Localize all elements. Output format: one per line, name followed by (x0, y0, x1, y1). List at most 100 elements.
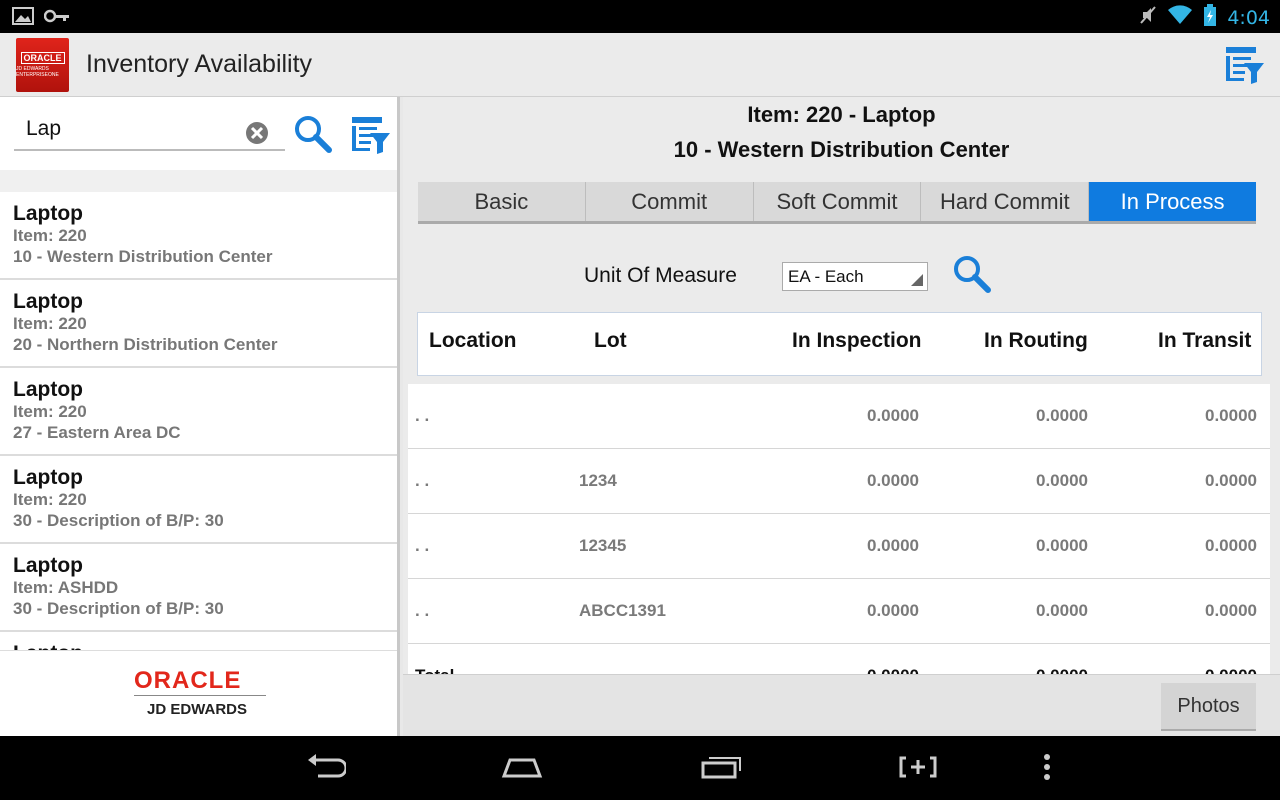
uom-search-button[interactable] (953, 255, 991, 298)
filter-button[interactable] (1224, 45, 1266, 90)
list-item-title: Laptop (13, 378, 83, 401)
image-icon (12, 7, 34, 30)
table-row[interactable]: . . 0.0000 0.0000 0.0000 (408, 384, 1270, 449)
tab-hard-commit[interactable]: Hard Commit (921, 182, 1090, 221)
search-button[interactable] (294, 115, 332, 158)
cell-location: . . (415, 471, 430, 490)
cell-in-transit: 0.0000 (1205, 601, 1257, 620)
cell-location: Total (415, 666, 454, 674)
column-header-location: Location (429, 329, 517, 352)
item-heading: Item: 220 - Laptop (747, 102, 936, 127)
branch-heading: 10 - Western Distribution Center (673, 137, 1010, 162)
cell-location: . . (415, 601, 430, 620)
app-logo-subtext: JD EDWARDS ENTERPRISEONE (16, 66, 59, 78)
app-logo-text: ORACLE (20, 52, 65, 64)
list-item[interactable]: Laptop Item: 220 20 - Northern Distribut… (0, 280, 397, 368)
menu-button[interactable] (1040, 752, 1054, 787)
search-icon (953, 256, 991, 297)
app-logo[interactable]: ORACLE JD EDWARDS ENTERPRISEONE (16, 38, 69, 92)
uom-selected-value: EA - Each (788, 267, 864, 286)
list-item-title: Laptop (13, 202, 83, 225)
cell-in-transit: 0.0000 (1137, 666, 1257, 674)
brand-footer: ORACLE JD EDWARDS (0, 650, 397, 736)
clear-icon[interactable] (245, 121, 269, 150)
list-item-branch: 27 - Eastern Area DC (13, 423, 181, 442)
search-field[interactable]: Lap (14, 113, 285, 151)
cell-in-routing: 0.0000 (1036, 601, 1088, 620)
list-item-branch: 30 - Description of B/P: 30 (13, 599, 224, 618)
list-item-title: Laptop (13, 290, 83, 313)
column-header-lot: Lot (594, 329, 627, 352)
list-item[interactable]: Laptop Item: 220 10 - Western Distributi… (0, 192, 397, 280)
search-input[interactable]: Lap (26, 117, 61, 141)
cell-lot: 12345 (579, 536, 627, 555)
cell-in-inspection: 0.0000 (867, 471, 919, 490)
uom-label: Unit Of Measure (584, 264, 737, 287)
list-item-item: Item: 220 (13, 314, 87, 333)
screenshot-icon (898, 756, 938, 786)
filter-icon (1224, 47, 1266, 89)
cell-lot: ABCC1391 (579, 601, 666, 620)
recent-apps-icon (700, 757, 742, 786)
cell-in-inspection: 0.0000 (867, 601, 919, 620)
back-button[interactable] (304, 752, 348, 787)
status-bar: 4:04 (0, 0, 1280, 33)
action-bar: ORACLE JD EDWARDS ENTERPRISEONE Inventor… (0, 33, 1280, 97)
list-item-branch: 10 - Western Distribution Center (13, 247, 273, 266)
tab-in-process[interactable]: In Process (1089, 182, 1256, 221)
list-item[interactable]: Laptop Item: ASHDD 30 - Description of B… (0, 544, 397, 632)
list-item-item: Item: 220 (13, 490, 87, 509)
cell-lot: 1234 (579, 471, 617, 490)
detail-pane: Item: 220 - Laptop 10 - Western Distribu… (403, 97, 1280, 736)
navigation-bar (0, 736, 1280, 800)
tab-soft-commit[interactable]: Soft Commit (753, 182, 922, 221)
cell-in-inspection: 0.0000 (867, 536, 919, 555)
screenshot-button[interactable] (898, 752, 938, 787)
cell-in-routing: 0.0000 (968, 666, 1088, 674)
logo-divider (134, 695, 266, 696)
list-spacer (0, 170, 397, 192)
cell-location: . . (415, 536, 430, 555)
list-item-item: Item: 220 (13, 402, 87, 421)
search-results-pane: Lap Laptop Item: 220 10 - Western Distri… (0, 97, 400, 736)
list-item-title: Laptop (13, 466, 83, 489)
clock: 4:04 (1227, 6, 1270, 29)
list-item-branch: 20 - Northern Distribution Center (13, 335, 278, 354)
battery-icon (1203, 4, 1217, 31)
column-header-in-routing: In Routing (984, 329, 1088, 352)
list-item-item: Item: ASHDD (13, 578, 119, 597)
home-button[interactable] (500, 752, 544, 787)
mute-icon (1139, 5, 1157, 30)
photos-button[interactable]: Photos (1161, 683, 1256, 731)
oracle-logo: ORACLE (134, 667, 242, 694)
key-icon (43, 9, 70, 28)
home-icon (500, 758, 544, 786)
tab-commit[interactable]: Commit (585, 182, 754, 221)
cell-in-inspection: 0.0000 (799, 666, 919, 674)
table-row[interactable]: . . 1234 0.0000 0.0000 0.0000 (408, 449, 1270, 514)
cell-in-transit: 0.0000 (1205, 406, 1257, 425)
cell-in-routing: 0.0000 (1036, 471, 1088, 490)
recent-apps-button[interactable] (700, 752, 742, 787)
wifi-icon (1167, 5, 1193, 30)
cell-in-routing: 0.0000 (1036, 406, 1088, 425)
table-body: . . 0.0000 0.0000 0.0000 . . 1234 0.0000… (408, 384, 1270, 674)
back-icon (304, 754, 348, 786)
result-list: Laptop Item: 220 10 - Western Distributi… (0, 192, 397, 720)
column-header-in-transit: In Transit (1158, 329, 1252, 352)
list-item[interactable]: Laptop Item: 220 27 - Eastern Area DC (0, 368, 397, 456)
list-item[interactable]: Laptop Item: 220 30 - Description of B/P… (0, 456, 397, 544)
list-filter-button[interactable] (350, 115, 392, 160)
detail-footer: Photos (403, 674, 1280, 736)
cell-location: . . (415, 406, 430, 425)
cell-in-transit: 0.0000 (1205, 536, 1257, 555)
filter-icon (350, 117, 392, 159)
tab-basic[interactable]: Basic (418, 182, 586, 221)
list-item-title: Laptop (13, 554, 83, 577)
uom-select[interactable]: EA - Each (782, 262, 928, 291)
table-row[interactable]: . . 12345 0.0000 0.0000 0.0000 (408, 514, 1270, 579)
overflow-menu-icon (1040, 754, 1054, 786)
jde-logo-text: JD EDWARDS (147, 701, 248, 718)
column-header-in-inspection: In Inspection (792, 329, 922, 352)
table-row[interactable]: . . ABCC1391 0.0000 0.0000 0.0000 (408, 579, 1270, 644)
